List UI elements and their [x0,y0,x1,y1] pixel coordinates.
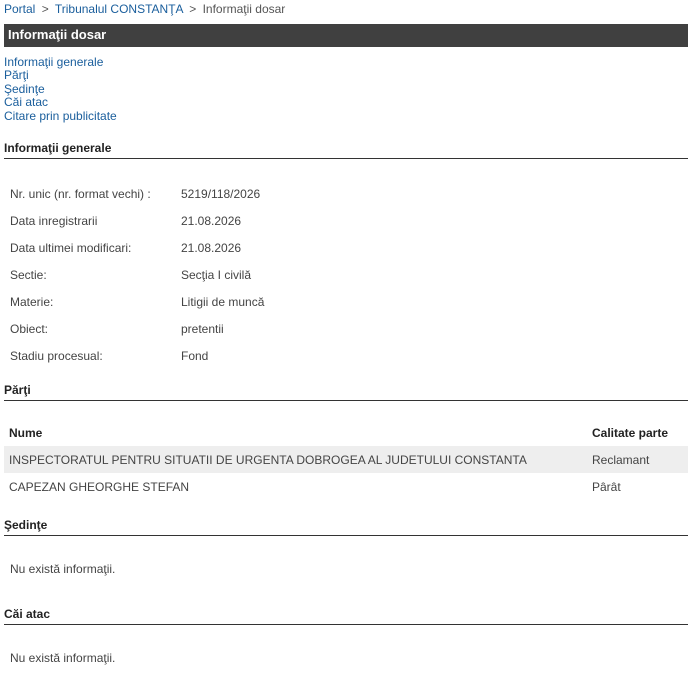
page-title: Informaţii dosar [4,24,688,47]
info-label: Data ultimei modificari: [10,240,132,255]
info-row: Data inregistrarii 21.08.2026 [10,207,264,234]
breadcrumb-separator: > [189,2,197,16]
info-row: Obiect: pretentii [10,315,264,342]
info-row: Stadiu procesual: Fond [10,342,264,369]
table-row: CAPEZAN GHEORGHE STEFAN Pârât [4,473,688,500]
info-value: 5219/118/2026 [181,186,261,201]
section-heading-sedinte: Şedinţe [4,518,688,536]
breadcrumb-tribunal-link[interactable]: Tribunalul CONSTANŢA [55,2,183,16]
info-label: Data inregistrarii [10,213,98,228]
info-value: Fond [181,348,209,363]
nav-link-parti[interactable]: Părţi [4,68,117,82]
column-header-nume: Nume [9,425,43,440]
nav-link-cai-atac[interactable]: Căi atac [4,95,117,109]
party-name: INSPECTORATUL PENTRU SITUATII DE URGENTA… [4,446,587,473]
section-nav: Informaţii generale Părţi Şedinţe Căi at… [4,55,117,123]
info-label: Stadiu procesual: [10,348,103,363]
info-label: Materie: [10,294,54,309]
breadcrumb-portal-link[interactable]: Portal [4,2,35,16]
info-value: 21.08.2026 [181,240,242,255]
nav-link-citare-prin-publicitate[interactable]: Citare prin publicitate [4,109,117,123]
info-label: Nr. unic (nr. format vechi) : [10,186,151,201]
info-row: Data ultimei modificari: 21.08.2026 [10,234,264,261]
column-header-calitate-parte: Calitate parte [592,425,669,440]
table-row: INSPECTORATUL PENTRU SITUATII DE URGENTA… [4,446,688,473]
breadcrumb: Portal > Tribunalul CONSTANŢA > Informaţ… [4,2,285,16]
section-heading-parti: Părţi [4,383,688,401]
cai-atac-empty-message: Nu există informaţii. [10,651,116,665]
info-label: Sectie: [10,267,47,282]
nav-link-informatii-generale[interactable]: Informaţii generale [4,55,117,69]
info-row: Materie: Litigii de muncă [10,288,264,315]
sedinte-empty-message: Nu există informaţii. [10,562,116,576]
info-row: Sectie: Secţia I civilă [10,261,264,288]
info-label: Obiect: [10,321,49,336]
party-name: CAPEZAN GHEORGHE STEFAN [9,479,190,494]
nav-link-sedinte[interactable]: Şedinţe [4,82,117,96]
table-header-row: Nume Calitate parte [4,419,688,446]
general-info-table: Nr. unic (nr. format vechi) : 5219/118/2… [10,180,264,369]
info-value: pretentii [181,321,224,336]
breadcrumb-current: Informaţii dosar [202,2,286,16]
section-heading-informatii-generale: Informaţii generale [4,141,688,159]
parti-table: Nume Calitate parte INSPECTORATUL PENTRU… [4,419,688,500]
party-role: Reclamant [587,446,688,473]
info-value: Secţia I civilă [181,267,252,282]
party-role: Pârât [592,479,621,494]
info-value: 21.08.2026 [181,213,242,228]
info-value: Litigii de muncă [181,294,265,309]
section-heading-cai-atac: Căi atac [4,607,688,625]
breadcrumb-separator: > [41,2,49,16]
info-row: Nr. unic (nr. format vechi) : 5219/118/2… [10,180,264,207]
